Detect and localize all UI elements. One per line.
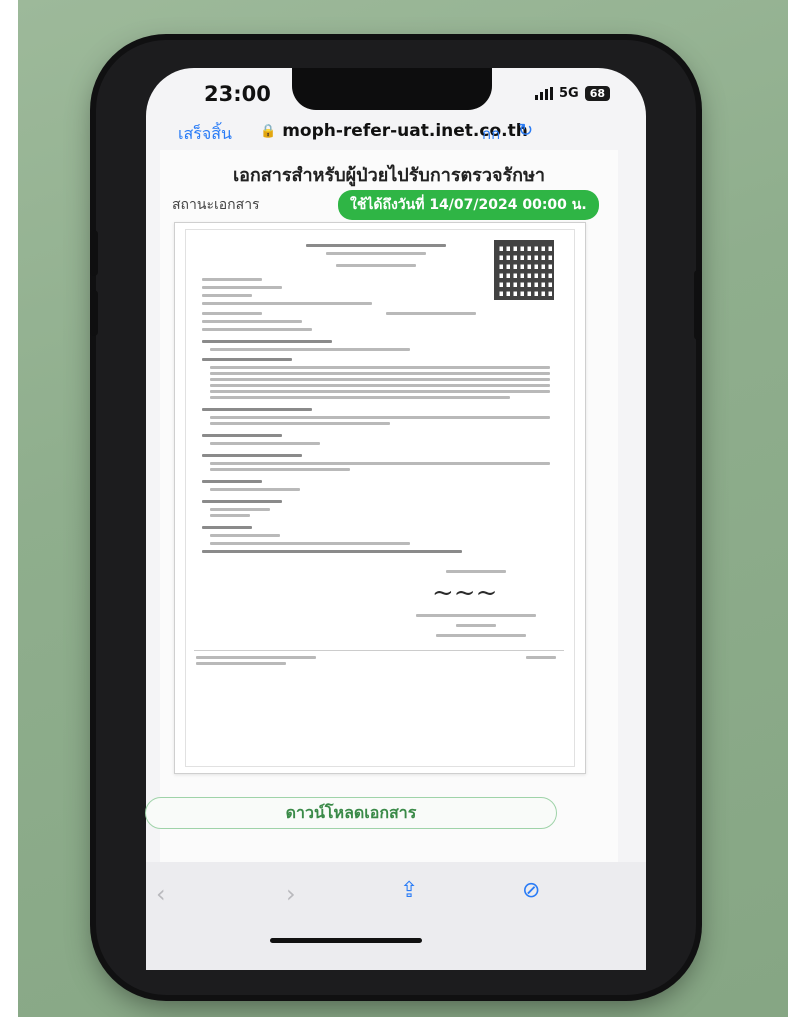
document-preview[interactable]: ~~~ [174,222,586,774]
doc-text-line [210,378,550,381]
web-page: เอกสารสำหรับผู้ป่วยไปรับการตรวจรักษา สถา… [160,150,618,862]
doc-text-line [210,508,270,511]
qr-code [494,240,554,300]
doc-text-line [202,294,252,297]
doc-footer-divider [194,650,564,651]
done-button[interactable]: เสร็จสิ้น [178,122,232,147]
browser-toolbar [146,862,646,970]
doc-header-line [326,252,426,255]
doc-section-heading [202,500,282,503]
status-time: 23:00 [204,82,271,106]
doc-text-line [210,468,350,471]
doc-text-line [446,570,506,573]
doc-text-line [210,390,550,393]
volume-up-button [90,230,98,276]
doc-text-line [210,442,320,445]
doc-section-heading [202,434,282,437]
chevron-right-icon[interactable]: › [286,880,296,908]
signal-icon [535,87,553,100]
doc-section-heading [202,526,252,529]
lock-icon: 🔒 [260,123,277,139]
power-button [694,270,702,340]
document-status-label: สถานะเอกสาร [172,197,260,213]
doc-section-heading [202,480,262,483]
doc-header-line [306,244,446,247]
doc-text-line [202,320,302,323]
doc-text-line [210,384,550,387]
doc-text-line [456,624,496,627]
volume-down-button [90,290,98,336]
doc-text-line [210,488,300,491]
doc-text-line [210,366,550,369]
doc-text-line [210,534,280,537]
chevron-left-icon[interactable]: ‹ [156,880,166,908]
status-indicators: 5G 68 [535,86,611,101]
share-icon[interactable]: ⇪ [400,878,418,903]
browser-address-bar: เสร็จสิ้น 🔒 moph-refer-uat.inet.co.th กก… [160,118,640,148]
doc-text-line [202,550,462,553]
doc-section-heading [202,408,312,411]
network-label: 5G [559,86,579,101]
doc-text-line [210,542,410,545]
doc-section-heading [202,454,302,457]
valid-until-badge: ใช้ได้ถึงวันที่ 14/07/2024 00:00 น. [338,190,599,220]
doc-text-line [202,286,282,289]
doc-text-line [202,328,312,331]
reload-icon[interactable]: ↻ [518,120,533,141]
doc-text-line [202,312,262,315]
doc-text-line [202,278,262,281]
home-indicator [270,938,422,943]
doc-page-number [526,656,556,659]
page-title: เอกสารสำหรับผู้ป่วยไปรับการตรวจรักษา [232,165,546,186]
compass-icon[interactable]: ⊘ [522,878,540,903]
doc-footer-text [196,662,286,665]
signature-block: ~~~ [406,570,546,640]
doc-text-line [210,422,390,425]
text-size-button[interactable]: กก [482,122,500,146]
doc-text-line [210,396,510,399]
doc-footer-text [196,656,316,659]
doc-text-line [210,348,410,351]
notch [292,68,492,110]
doc-date-line [336,264,416,267]
doc-text-line [210,372,550,375]
doc-text-line [416,614,536,617]
doc-section-heading [202,340,332,343]
doc-text-line [386,312,476,315]
battery-icon: 68 [584,86,611,101]
doc-text-line [210,416,550,419]
download-document-button[interactable]: ดาวน์โหลดเอกสาร [145,797,557,829]
signature-image: ~~~ [432,578,498,608]
document-page: ~~~ [185,229,575,767]
doc-text-line [210,514,250,517]
doc-text-line [210,462,550,465]
doc-text-line [436,634,526,637]
doc-text-line [202,302,372,305]
doc-section-heading [202,358,292,361]
